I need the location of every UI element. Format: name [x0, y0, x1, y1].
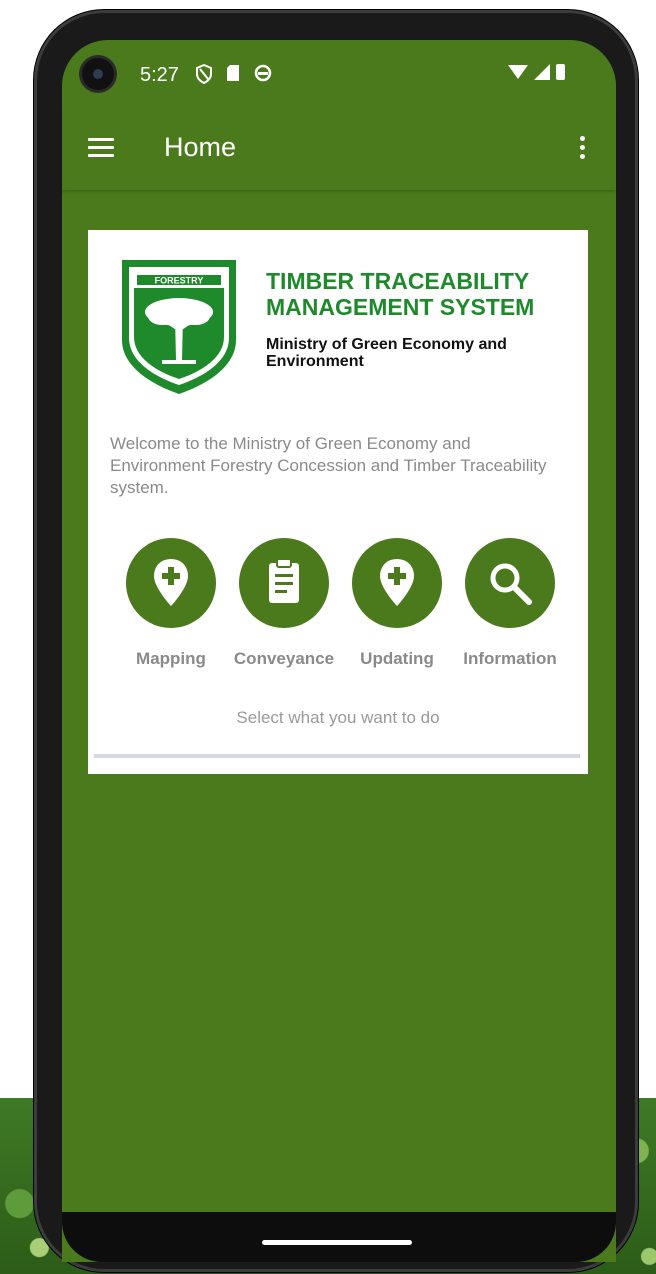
more-vert-icon[interactable]	[580, 136, 586, 163]
conveyance-button[interactable]: Conveyance	[229, 538, 339, 669]
clipboard-icon[interactable]	[239, 538, 329, 628]
search-icon[interactable]	[465, 538, 555, 628]
status-icons-right	[508, 64, 565, 80]
app-name-line-2: MANAGEMENT SYSTEM	[266, 294, 535, 320]
home-card: FORESTRY TIMBER TRACEABILITY MANAGEMENT …	[88, 230, 588, 774]
action-buttons: Mapping Conveyance Updating Information	[116, 538, 576, 678]
signal-icon	[534, 64, 550, 80]
bottom-bezel	[62, 1212, 616, 1262]
progress-track	[94, 754, 580, 758]
updating-label: Updating	[360, 649, 434, 668]
select-hint: Select what you want to do	[236, 708, 440, 727]
front-camera	[82, 58, 114, 90]
app-bar: Home	[62, 110, 616, 190]
updating-button[interactable]: Updating	[342, 538, 452, 669]
mapping-label: Mapping	[136, 649, 206, 668]
badge-text: FORESTRY	[155, 276, 204, 286]
shield-icon	[196, 63, 212, 88]
information-label: Information	[463, 649, 557, 668]
ministry-name: Ministry of Green Economy and Environmen…	[266, 336, 507, 370]
map-pin-plus-icon[interactable]	[126, 538, 216, 628]
information-button[interactable]: Information	[455, 538, 565, 669]
forestry-badge-logo: FORESTRY	[118, 256, 240, 396]
app-name: TIMBER TRACEABILITY MANAGEMENT SYSTEM	[266, 268, 576, 320]
status-icons-left	[196, 63, 272, 88]
map-pin-plus-icon[interactable]	[352, 538, 442, 628]
conveyance-label: Conveyance	[233, 649, 335, 668]
home-gesture-bar[interactable]	[262, 1240, 412, 1245]
page-title: Home	[164, 132, 237, 162]
sync-icon	[254, 64, 272, 88]
app-name-line-1: TIMBER TRACEABILITY	[266, 268, 530, 294]
mapping-button[interactable]: Mapping	[116, 538, 226, 669]
battery-icon	[556, 64, 565, 80]
sd-card-icon	[226, 64, 240, 88]
status-time: 5:27	[140, 64, 179, 86]
welcome-text: Welcome to the Ministry of Green Economy…	[110, 434, 547, 497]
hamburger-menu-icon[interactable]	[88, 138, 114, 158]
wifi-icon	[508, 65, 528, 79]
